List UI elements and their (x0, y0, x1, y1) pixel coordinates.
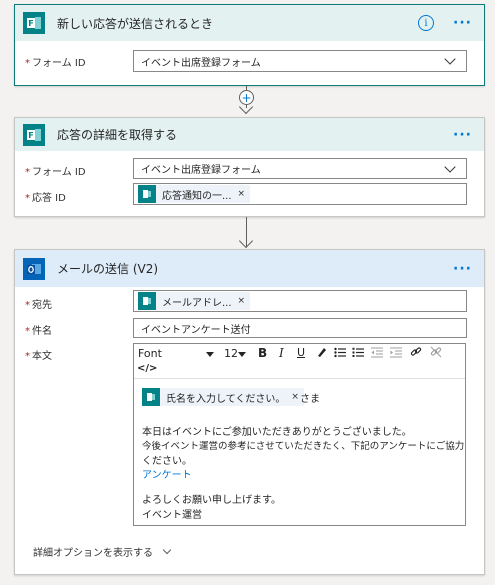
to-label: * 宛先 (25, 300, 52, 311)
send-mail-title: メールの送信 (V2) (57, 262, 159, 276)
forms-icon (142, 388, 160, 406)
survey-link[interactable]: アンケート (142, 466, 192, 481)
bullet-list-icon[interactable] (334, 347, 346, 361)
outlook-icon (23, 257, 45, 280)
forms-icon: F (23, 12, 45, 34)
code-view-button[interactable]: </> (137, 363, 157, 374)
chevron-down-icon (444, 53, 456, 65)
caret-down-icon (206, 352, 214, 357)
forms-icon (138, 185, 156, 203)
subject-value: イベントアンケート送付 (141, 324, 251, 336)
font-select[interactable]: Font (138, 347, 214, 360)
body-line: よろしくお願い申し上げます。 (142, 495, 281, 506)
response-id-token[interactable]: 応答通知の一... × (138, 185, 251, 203)
body-line: ください。 (142, 456, 192, 467)
svg-text:F: F (28, 19, 33, 28)
form-id-value: イベント出席登録フォーム (141, 57, 261, 69)
get-details-more-button[interactable]: ··· (453, 127, 472, 143)
to-field[interactable]: メールアドレ... × (133, 290, 467, 312)
forms-icon (138, 292, 156, 310)
bold-button[interactable]: B (258, 346, 267, 360)
trigger-header[interactable]: F 新しい応答が送信されるとき i ··· (15, 5, 484, 41)
send-mail-more-button[interactable]: ··· (453, 261, 472, 277)
form-id-value: イベント出席登録フォーム (141, 165, 261, 176)
get-details-title: 応答の詳細を取得する (57, 128, 178, 142)
outdent-icon[interactable] (371, 347, 383, 361)
to-token[interactable]: メールアドレ... × (138, 292, 251, 310)
body-editor[interactable]: Font 12 B I U </> 氏名を入力してください。 × さま 本日はイ… (133, 343, 466, 526)
info-icon[interactable]: i (418, 15, 434, 31)
body-line: 本日はイベントにご参加いただきありがとうございました。 (142, 427, 412, 438)
trigger-title: 新しい応答が送信されるとき (57, 16, 214, 31)
trigger-more-button[interactable]: ··· (453, 15, 472, 31)
get-details-card: F 応答の詳細を取得する ··· * フォーム ID イベント出席登録フォーム *… (14, 117, 485, 217)
italic-button[interactable]: I (279, 346, 284, 360)
highlight-icon[interactable] (316, 346, 328, 361)
indent-icon[interactable] (390, 347, 402, 361)
trigger-card: F 新しい応答が送信されるとき i ··· * フォーム ID イベント出席登録フ… (14, 4, 485, 86)
response-id-field[interactable]: 応答通知の一... × (133, 183, 467, 205)
get-details-header[interactable]: F 応答の詳細を取得する ··· (15, 118, 484, 151)
editor-toolbar: Font 12 B I U </> (134, 344, 465, 379)
font-size-select[interactable]: 12 (224, 347, 246, 360)
body-label: * 本文 (25, 351, 52, 362)
chevron-down-icon (444, 161, 456, 173)
forms-icon: F (23, 123, 45, 146)
arrow-down-icon (238, 233, 254, 249)
form-id-dropdown[interactable]: イベント出席登録フォーム (133, 158, 467, 179)
subject-field[interactable]: イベントアンケート送付 (133, 318, 467, 338)
name-token[interactable]: 氏名を入力してください。 × (142, 388, 304, 406)
form-id-label: * フォーム ID (25, 58, 86, 69)
subject-label: * 件名 (25, 326, 52, 337)
svg-text:F: F (28, 131, 33, 140)
body-line: 今後イベント運営の参考にさせていただきたく、下記のアンケートにご協力 (142, 441, 465, 452)
name-suffix: さま (300, 394, 320, 405)
token-remove-button[interactable]: × (238, 189, 251, 199)
show-advanced-options[interactable]: 詳細オプションを表示する (33, 544, 172, 559)
form-id-dropdown[interactable]: イベント出席登録フォーム (133, 50, 467, 72)
form-id-label: * フォーム ID (25, 167, 86, 178)
token-remove-button[interactable]: × (238, 296, 251, 306)
send-mail-header[interactable]: メールの送信 (V2) ··· (15, 250, 484, 287)
numbered-list-icon[interactable] (352, 347, 364, 361)
link-icon[interactable] (410, 346, 422, 361)
chevron-down-icon (162, 545, 172, 555)
response-id-label: * 応答 ID (25, 193, 66, 204)
caret-down-icon (238, 352, 246, 357)
body-line: イベント運営 (142, 510, 202, 521)
underline-button[interactable]: U (297, 346, 305, 359)
unlink-icon[interactable] (430, 346, 442, 361)
